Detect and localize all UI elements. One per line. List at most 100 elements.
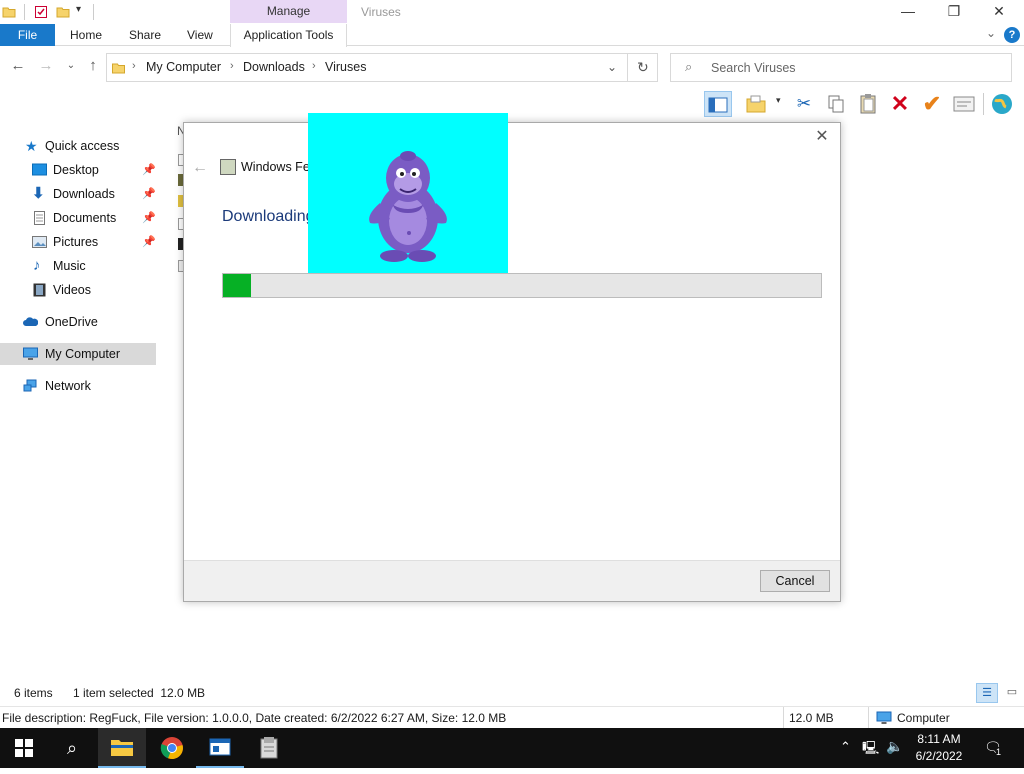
nav-onedrive[interactable]: OneDrive	[0, 311, 156, 333]
properties-icon[interactable]	[34, 5, 48, 19]
item-count: 6 items	[14, 686, 53, 700]
star-icon: ★	[25, 138, 38, 154]
divider	[93, 4, 94, 20]
maximize-button[interactable]: ❐	[931, 0, 977, 24]
cloud-icon	[23, 317, 38, 326]
forward-arrow-icon[interactable]: →	[38, 58, 54, 74]
clock-time[interactable]: 8:11 AM	[917, 732, 961, 746]
copy-icon[interactable]	[822, 91, 850, 117]
tab-file[interactable]: File	[0, 24, 55, 46]
new-item-dropdown-icon[interactable]: ▾	[776, 95, 781, 106]
volume-icon[interactable]: 🔈	[886, 738, 903, 755]
clock-date[interactable]: 6/2/2022	[913, 749, 965, 763]
paste-icon[interactable]	[854, 91, 882, 117]
show-hidden-icons-chevron-icon[interactable]: ⌃	[840, 739, 851, 755]
divider	[868, 707, 869, 729]
pin-icon: 📌	[142, 188, 156, 200]
nav-downloads[interactable]: ⬇ Downloads 📌	[0, 183, 156, 205]
close-button[interactable]: ✕	[976, 0, 1022, 24]
large-icons-view-icon[interactable]: ▭	[1002, 683, 1022, 703]
expand-ribbon-icon[interactable]: ⌄	[986, 26, 996, 40]
start-button-windows-icon[interactable]	[0, 728, 48, 768]
status-bar: 6 items 1 item selected 12.0 MB ☰ ▭	[0, 682, 1024, 704]
dialog-footer: Cancel	[184, 560, 840, 601]
dialog-back-arrow-icon[interactable]: ←	[192, 159, 208, 177]
picture-icon	[32, 236, 47, 248]
details-view-icon[interactable]: ☰	[976, 683, 998, 703]
tab-home[interactable]: Home	[70, 24, 102, 46]
minimize-button[interactable]: —	[885, 0, 931, 24]
manage-tab-header[interactable]: Manage	[230, 0, 347, 23]
tab-view[interactable]: View	[187, 24, 213, 46]
windows-features-dialog: ✕ ← Windows Fea Downloading Cancel	[183, 122, 841, 602]
cut-icon[interactable]: ✂	[790, 91, 818, 117]
address-dropdown-icon[interactable]: ⌄	[607, 60, 617, 74]
help-icon[interactable]: ?	[1004, 27, 1020, 43]
dialog-heading: Downloading	[222, 208, 315, 225]
pin-icon: 📌	[142, 236, 156, 248]
network-tray-icon[interactable]: 🖳	[862, 739, 879, 761]
breadcrumb-separator[interactable]: ›	[312, 60, 316, 72]
rename-icon[interactable]: ✔	[918, 91, 946, 117]
nav-label: Downloads	[53, 187, 115, 201]
ribbon-tabs: File Home Share View Application Tools ⌄…	[0, 24, 1024, 47]
nav-label: Documents	[53, 211, 117, 225]
cancel-button[interactable]: Cancel	[760, 570, 830, 592]
up-arrow-icon[interactable]: ↑	[85, 58, 101, 74]
nav-my-computer[interactable]: My Computer	[0, 343, 156, 365]
taskbar: ⌕ ⌃ 🖳 🔈 8:11 AM 6/2/2022 🗨 1	[0, 728, 1024, 768]
breadcrumb-separator[interactable]: ›	[132, 60, 136, 72]
new-folder-icon[interactable]	[56, 5, 70, 19]
breadcrumb-viruses[interactable]: Viruses	[325, 60, 366, 74]
window-title: Viruses	[361, 5, 401, 19]
network-icon	[23, 379, 37, 392]
delete-icon[interactable]: ✕	[886, 91, 914, 117]
nav-videos[interactable]: Videos	[0, 279, 156, 301]
nav-music[interactable]: ♪ Music	[0, 255, 156, 277]
breadcrumb-separator[interactable]: ›	[230, 60, 234, 72]
chrome-icon[interactable]	[148, 728, 196, 768]
address-bar[interactable]: › My Computer › Downloads › Viruses ⌄ ↻	[106, 53, 658, 82]
nav-label: Quick access	[45, 139, 120, 153]
back-arrow-icon[interactable]: ←	[10, 58, 26, 74]
pin-icon: 📌	[142, 212, 156, 224]
toolbar: ▾ ✂ ✕ ✔	[700, 89, 1024, 119]
properties-icon[interactable]	[950, 91, 978, 117]
breadcrumb-my-computer[interactable]: My Computer	[146, 60, 221, 74]
recent-locations-icon[interactable]: ⌄	[63, 58, 79, 74]
document-icon	[34, 211, 45, 225]
dialog-close-icon[interactable]: ✕	[812, 127, 832, 147]
customize-quick-access-icon[interactable]: ▾	[76, 4, 81, 15]
windows-features-taskbar-icon[interactable]	[196, 728, 244, 768]
breadcrumb-downloads[interactable]: Downloads	[243, 60, 305, 74]
nav-label: My Computer	[45, 347, 121, 361]
search-icon: ⌕	[685, 59, 693, 74]
nav-documents[interactable]: Documents 📌	[0, 207, 156, 229]
divider	[24, 4, 25, 20]
installer-taskbar-icon[interactable]	[245, 728, 293, 768]
new-item-icon[interactable]	[742, 91, 770, 117]
location-label: Computer	[897, 711, 950, 725]
search-input[interactable]: Search Viruses	[711, 61, 796, 75]
divider	[983, 93, 984, 115]
search-icon[interactable]: ⌕	[48, 728, 96, 768]
refresh-icon[interactable]: ↻	[637, 59, 649, 76]
nav-pictures[interactable]: Pictures 📌	[0, 231, 156, 253]
globe-icon[interactable]	[988, 91, 1016, 117]
divider	[783, 707, 784, 729]
file-explorer-taskbar-icon[interactable]	[98, 728, 146, 768]
search-box[interactable]: ⌕ Search Viruses	[670, 53, 1012, 82]
file-description: File description: RegFuck, File version:…	[2, 711, 507, 725]
nav-network[interactable]: Network	[0, 375, 156, 397]
tab-application-tools[interactable]: Application Tools	[230, 24, 347, 47]
folder-icon[interactable]	[2, 5, 16, 19]
preview-pane-icon[interactable]	[704, 91, 732, 117]
download-progress-bar	[222, 273, 822, 298]
tab-share[interactable]: Share	[129, 24, 161, 46]
nav-desktop[interactable]: Desktop 📌	[0, 159, 156, 181]
nav-quick-access[interactable]: ★ Quick access	[0, 135, 156, 157]
details-bar: File description: RegFuck, File version:…	[0, 706, 1024, 729]
notification-count-badge: 1	[996, 747, 1002, 757]
nav-label: Videos	[53, 283, 91, 297]
bonzi-buddy-overlay[interactable]	[308, 113, 508, 273]
